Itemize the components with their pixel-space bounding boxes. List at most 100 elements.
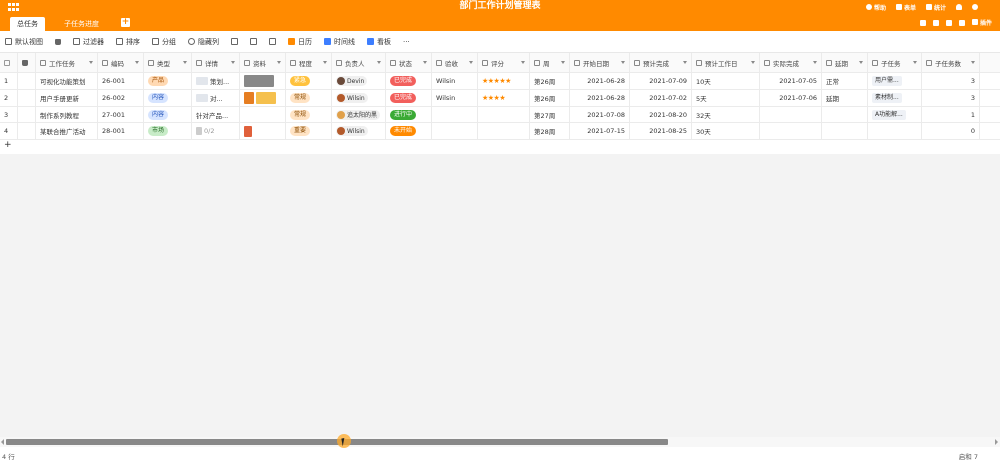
- subtask-cell[interactable]: [868, 123, 922, 139]
- column-header[interactable]: 子任务数: [922, 53, 980, 72]
- code-cell[interactable]: 26-002: [98, 90, 144, 106]
- rating-cell[interactable]: ★★★★★: [478, 73, 530, 89]
- hide-columns-button[interactable]: 隐藏列: [188, 37, 219, 47]
- actual-end-cell[interactable]: [760, 123, 822, 139]
- plan-end-cell[interactable]: 2021-07-02: [630, 90, 692, 106]
- share-icon[interactable]: [920, 19, 927, 26]
- column-header[interactable]: 延期: [822, 53, 868, 72]
- level-cell[interactable]: 紧急: [286, 73, 332, 89]
- type-cell[interactable]: 内容: [144, 107, 192, 122]
- type-cell[interactable]: 产品: [144, 73, 192, 89]
- accept-cell[interactable]: Wilsin: [432, 90, 478, 106]
- subtask-cell[interactable]: A功能解...: [868, 107, 922, 122]
- start-date-cell[interactable]: 2021-07-08: [570, 107, 630, 122]
- column-header[interactable]: 预计完成: [630, 53, 692, 72]
- accept-cell[interactable]: [432, 123, 478, 139]
- layout-icon[interactable]: [959, 19, 966, 26]
- column-header[interactable]: 类型: [144, 53, 192, 72]
- owner-cell[interactable]: Wilsin: [332, 90, 386, 106]
- column-header[interactable]: 周: [530, 53, 570, 72]
- share-view-button[interactable]: [269, 38, 276, 45]
- add-tab-button[interactable]: +: [121, 18, 130, 27]
- form-button[interactable]: 表单: [895, 3, 916, 12]
- lock-button[interactable]: [55, 38, 61, 45]
- stats-button[interactable]: 统计: [925, 3, 946, 12]
- kanban-view-button[interactable]: 看板: [367, 37, 391, 47]
- column-header[interactable]: 负责人: [332, 53, 386, 72]
- start-date-cell[interactable]: 2021-07-15: [570, 123, 630, 139]
- history-icon[interactable]: [933, 19, 940, 26]
- start-date-cell[interactable]: 2021-06-28: [570, 73, 630, 89]
- task-cell[interactable]: 制作系列教程: [36, 107, 98, 122]
- attachment-cell[interactable]: [240, 107, 286, 122]
- column-header[interactable]: 开始日期: [570, 53, 630, 72]
- column-header[interactable]: 评分: [478, 53, 530, 72]
- attachment-cell[interactable]: [240, 73, 286, 89]
- status-cell[interactable]: 已完成: [386, 73, 432, 89]
- plan-end-cell[interactable]: 2021-08-20: [630, 107, 692, 122]
- task-cell[interactable]: 可视化功能策划: [36, 73, 98, 89]
- subtask-cell[interactable]: 用户需...: [868, 73, 922, 89]
- table-row[interactable]: 1 可视化功能策划 26-001 产品 策划... 紧急 Devin 已完成 W…: [0, 73, 1000, 90]
- subtask-link[interactable]: 素材制...: [872, 93, 902, 103]
- accept-cell[interactable]: [432, 107, 478, 122]
- calendar-view-button[interactable]: 日历: [288, 37, 312, 47]
- tab-main-tasks[interactable]: 总任务: [10, 17, 45, 31]
- column-header[interactable]: 程度: [286, 53, 332, 72]
- view-selector[interactable]: 默认视图: [5, 37, 43, 47]
- actual-end-cell[interactable]: [760, 107, 822, 122]
- rating-cell[interactable]: [478, 123, 530, 139]
- column-header[interactable]: 状态: [386, 53, 432, 72]
- column-header[interactable]: 验收: [432, 53, 478, 72]
- actual-end-cell[interactable]: 2021-07-05: [760, 73, 822, 89]
- accept-cell[interactable]: Wilsin: [432, 73, 478, 89]
- scroll-right-arrow-icon[interactable]: [995, 439, 998, 445]
- rating-cell[interactable]: [478, 107, 530, 122]
- tab-subtask-progress[interactable]: 子任务进度: [57, 17, 106, 31]
- table-row[interactable]: 4 某联合推广活动 28-001 市场 0/2 重要 Wilsin 未开始 第2…: [0, 123, 1000, 140]
- subtask-cell[interactable]: 素材制...: [868, 90, 922, 106]
- task-cell[interactable]: 用户手册更新: [36, 90, 98, 106]
- row-height-button[interactable]: [250, 38, 257, 45]
- column-header[interactable]: 资料: [240, 53, 286, 72]
- code-cell[interactable]: 28-001: [98, 123, 144, 139]
- column-header[interactable]: 工作任务: [36, 53, 98, 72]
- detail-cell[interactable]: 策划...: [192, 73, 240, 89]
- owner-cell[interactable]: Wilsin: [332, 123, 386, 139]
- type-cell[interactable]: 内容: [144, 90, 192, 106]
- owner-cell[interactable]: Devin: [332, 73, 386, 89]
- detail-cell[interactable]: 针对产品...: [192, 107, 240, 122]
- code-cell[interactable]: 27-001: [98, 107, 144, 122]
- rating-cell[interactable]: ★★★★: [478, 90, 530, 106]
- notification-button[interactable]: [956, 4, 962, 10]
- status-cell[interactable]: 已完成: [386, 90, 432, 106]
- attachment-thumbnail[interactable]: [244, 75, 274, 87]
- scroll-left-arrow-icon[interactable]: [1, 439, 4, 445]
- group-button[interactable]: 分组: [152, 37, 176, 47]
- sort-button[interactable]: 排序: [116, 37, 140, 47]
- menu-button[interactable]: [972, 4, 978, 10]
- type-cell[interactable]: 市场: [144, 123, 192, 139]
- pdf-file-icon[interactable]: [244, 125, 252, 137]
- subtask-link[interactable]: A功能解...: [872, 109, 906, 120]
- table-row[interactable]: 2 用户手册更新 26-002 内容 对... 常规 Wilsin 已完成 Wi…: [0, 90, 1000, 107]
- timeline-view-button[interactable]: 时间线: [324, 37, 355, 47]
- column-header[interactable]: 详情: [192, 53, 240, 72]
- actual-end-cell[interactable]: 2021-07-06: [760, 90, 822, 106]
- add-row-button[interactable]: +: [4, 140, 12, 150]
- task-cell[interactable]: 某联合推广活动: [36, 123, 98, 139]
- attachment-cell[interactable]: [240, 123, 286, 139]
- column-header[interactable]: 编码: [98, 53, 144, 72]
- plugin-button[interactable]: 插件: [972, 18, 992, 27]
- level-cell[interactable]: 重要: [286, 123, 332, 139]
- plan-end-cell[interactable]: 2021-08-25: [630, 123, 692, 139]
- select-all-checkbox[interactable]: [0, 53, 18, 72]
- fill-color-button[interactable]: [231, 38, 238, 45]
- column-header[interactable]: 预计工作日: [692, 53, 760, 72]
- level-cell[interactable]: 常规: [286, 107, 332, 122]
- help-button[interactable]: 帮助: [865, 3, 886, 12]
- table-row[interactable]: 3 制作系列教程 27-001 内容 针对产品... 常规 追太阳的黑 进行中 …: [0, 107, 1000, 123]
- filter-button[interactable]: 过滤器: [73, 37, 104, 47]
- detail-cell[interactable]: 0/2: [192, 123, 240, 139]
- status-cell[interactable]: 进行中: [386, 107, 432, 122]
